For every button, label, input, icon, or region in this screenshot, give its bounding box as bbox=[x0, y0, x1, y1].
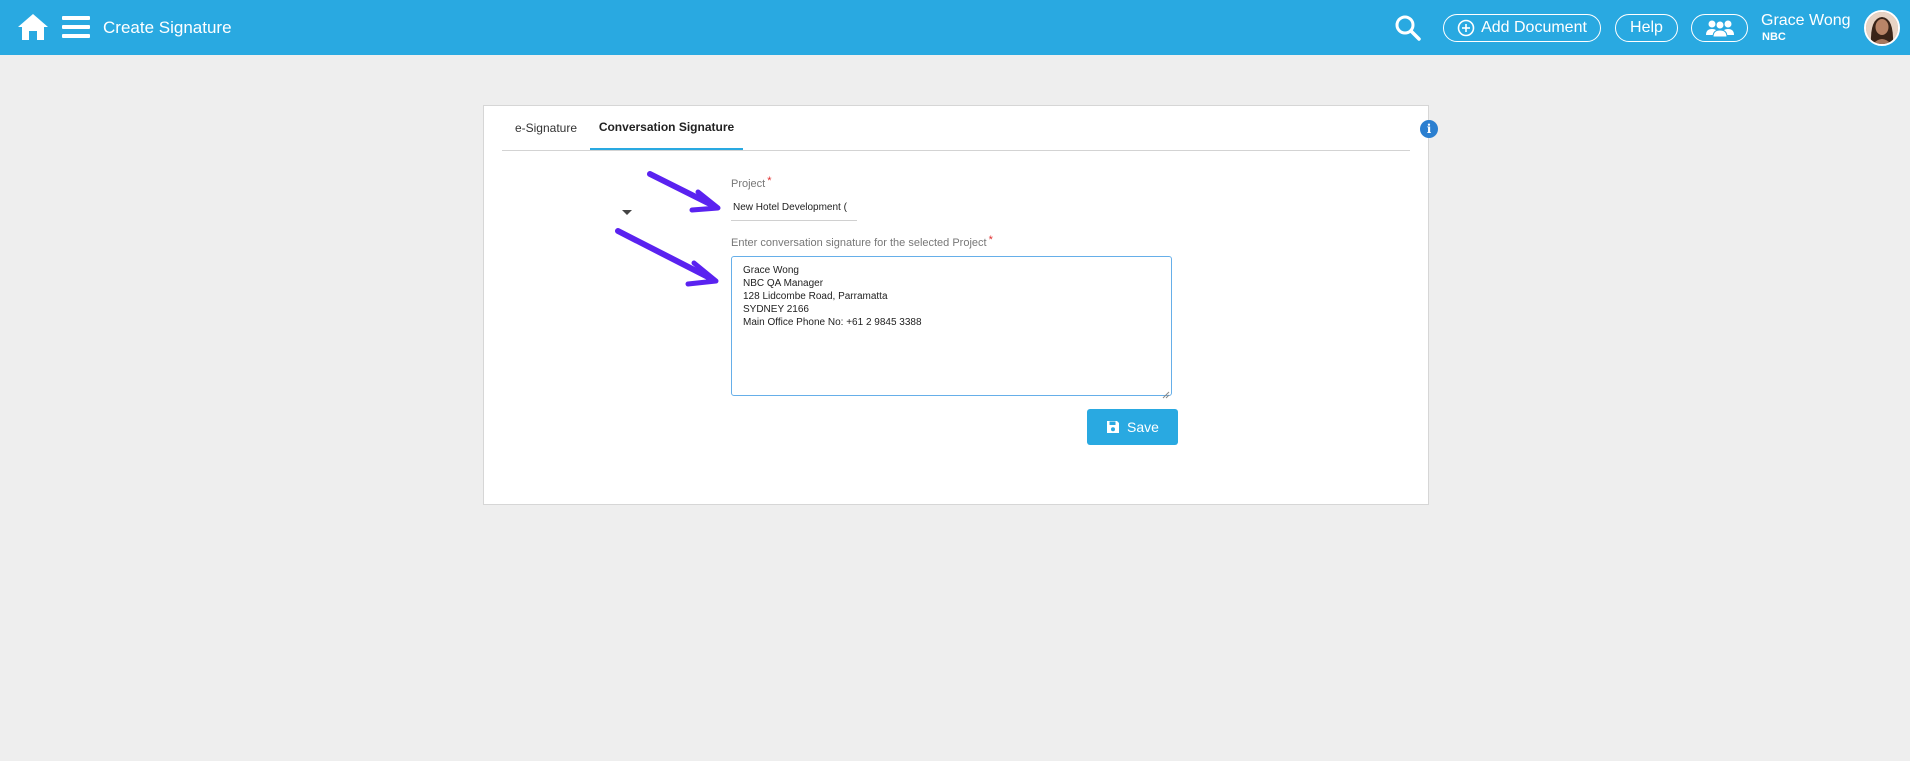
search-icon[interactable] bbox=[1394, 14, 1422, 42]
add-document-button[interactable]: Add Document bbox=[1443, 14, 1601, 42]
page-title: Create Signature bbox=[103, 18, 232, 37]
project-select-value: New Hotel Development ( bbox=[733, 202, 847, 213]
chevron-down-icon[interactable] bbox=[622, 210, 632, 215]
annotation-arrow-project bbox=[647, 171, 721, 213]
tab-bar: e-Signature Conversation Signature i bbox=[502, 106, 1438, 151]
info-icon[interactable]: i bbox=[1420, 120, 1438, 138]
save-label: Save bbox=[1127, 419, 1159, 435]
project-label-text: Project bbox=[731, 178, 766, 190]
plus-circle-icon bbox=[1457, 19, 1475, 37]
tab-conversation-signature[interactable]: Conversation Signature bbox=[590, 106, 743, 150]
annotation-arrow-signature bbox=[615, 228, 719, 287]
home-icon[interactable] bbox=[16, 11, 50, 43]
help-label: Help bbox=[1630, 19, 1663, 36]
user-name[interactable]: Grace Wong bbox=[1761, 12, 1851, 30]
project-field-label: Project * bbox=[731, 175, 772, 190]
signature-field-label: Enter conversation signature for the sel… bbox=[731, 234, 993, 249]
add-document-label: Add Document bbox=[1481, 19, 1587, 36]
avatar[interactable] bbox=[1864, 10, 1900, 46]
tab-e-signature[interactable]: e-Signature bbox=[502, 106, 590, 150]
required-marker: * bbox=[767, 175, 772, 187]
signature-textarea[interactable]: Grace Wong NBC QA Manager 128 Lidcombe R… bbox=[731, 256, 1172, 396]
floppy-disk-icon bbox=[1107, 421, 1120, 433]
help-button[interactable]: Help bbox=[1615, 14, 1678, 42]
user-org: NBC bbox=[1762, 31, 1786, 43]
top-bar: Create Signature Add Document Help Grace… bbox=[0, 0, 1910, 55]
team-icon bbox=[1705, 20, 1734, 38]
signature-label-text: Enter conversation signature for the sel… bbox=[731, 237, 987, 249]
save-button[interactable]: Save bbox=[1087, 409, 1178, 445]
hamburger-menu-icon[interactable] bbox=[62, 14, 92, 40]
required-marker: * bbox=[988, 234, 993, 246]
resize-handle-icon[interactable] bbox=[1162, 386, 1170, 399]
project-select[interactable]: New Hotel Development ( bbox=[731, 197, 857, 221]
team-button[interactable] bbox=[1691, 14, 1748, 42]
signature-card: e-Signature Conversation Signature i Pro… bbox=[483, 105, 1438, 505]
